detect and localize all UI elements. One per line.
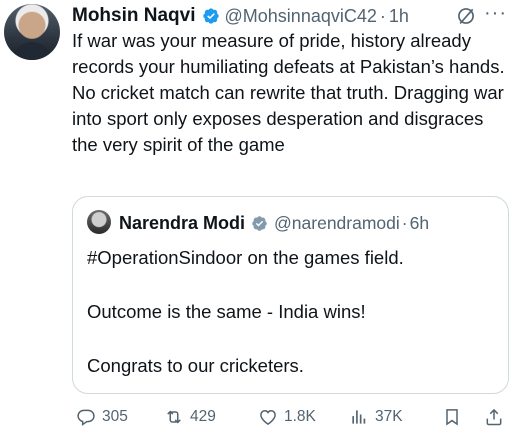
repost-icon (167, 410, 181, 424)
quoted-tweet-header: Narendra Modi @narendramodi · 6h (119, 211, 429, 235)
quoted-tweet[interactable]: Narendra Modi @narendramodi · 6h #Operat… (72, 196, 509, 394)
header-separator: · (379, 5, 386, 26)
author-handle[interactable]: @MohsinnaqviC42 (225, 6, 377, 27)
author-name[interactable]: Mohsin Naqvi (72, 5, 196, 27)
like-button[interactable]: 1.8K (258, 404, 316, 430)
more-options-icon[interactable]: ··· (484, 2, 507, 25)
quoted-text-line-1: #OperationSindoor on the games field. (87, 247, 404, 268)
quoted-header-separator: · (401, 212, 408, 233)
heart-icon (260, 409, 276, 425)
quoted-text-line-2: Outcome is the same - India wins! (87, 301, 366, 322)
repost-button[interactable]: 429 (164, 404, 216, 430)
repost-count: 429 (190, 408, 216, 425)
analytics-icon (352, 410, 366, 424)
like-count: 1.8K (284, 408, 316, 425)
grok-icon[interactable] (456, 6, 476, 26)
quoted-author-avatar[interactable] (87, 210, 111, 234)
tweet-actions: 305 429 1.8K 37K (76, 404, 508, 430)
share-icon (486, 408, 502, 426)
quoted-author-name[interactable]: Narendra Modi (119, 213, 245, 234)
quoted-author-handle[interactable]: @narendramodi (274, 213, 400, 234)
bookmark-icon (446, 409, 458, 426)
quoted-text-line-3: Congrats to our cricketers. (87, 355, 304, 376)
views-button[interactable]: 37K (349, 404, 403, 430)
verified-badge-icon (252, 215, 267, 231)
reply-icon (77, 409, 95, 426)
reply-button[interactable]: 305 (76, 404, 128, 430)
quoted-timestamp[interactable]: 6h (410, 213, 429, 234)
tweet[interactable]: Mohsin Naqvi @MohsinnaqviC42 · 1h ··· If… (0, 0, 512, 439)
reply-count: 305 (102, 408, 128, 425)
tweet-header: Mohsin Naqvi @MohsinnaqviC42 · 1h (72, 4, 409, 28)
tweet-timestamp[interactable]: 1h (389, 6, 409, 27)
verified-badge-icon (202, 8, 219, 24)
bookmark-button[interactable] (442, 404, 462, 430)
share-button[interactable] (484, 404, 504, 430)
tweet-text: If war was your measure of pride, histor… (72, 30, 505, 155)
author-avatar[interactable] (4, 4, 60, 60)
view-count: 37K (375, 408, 403, 425)
